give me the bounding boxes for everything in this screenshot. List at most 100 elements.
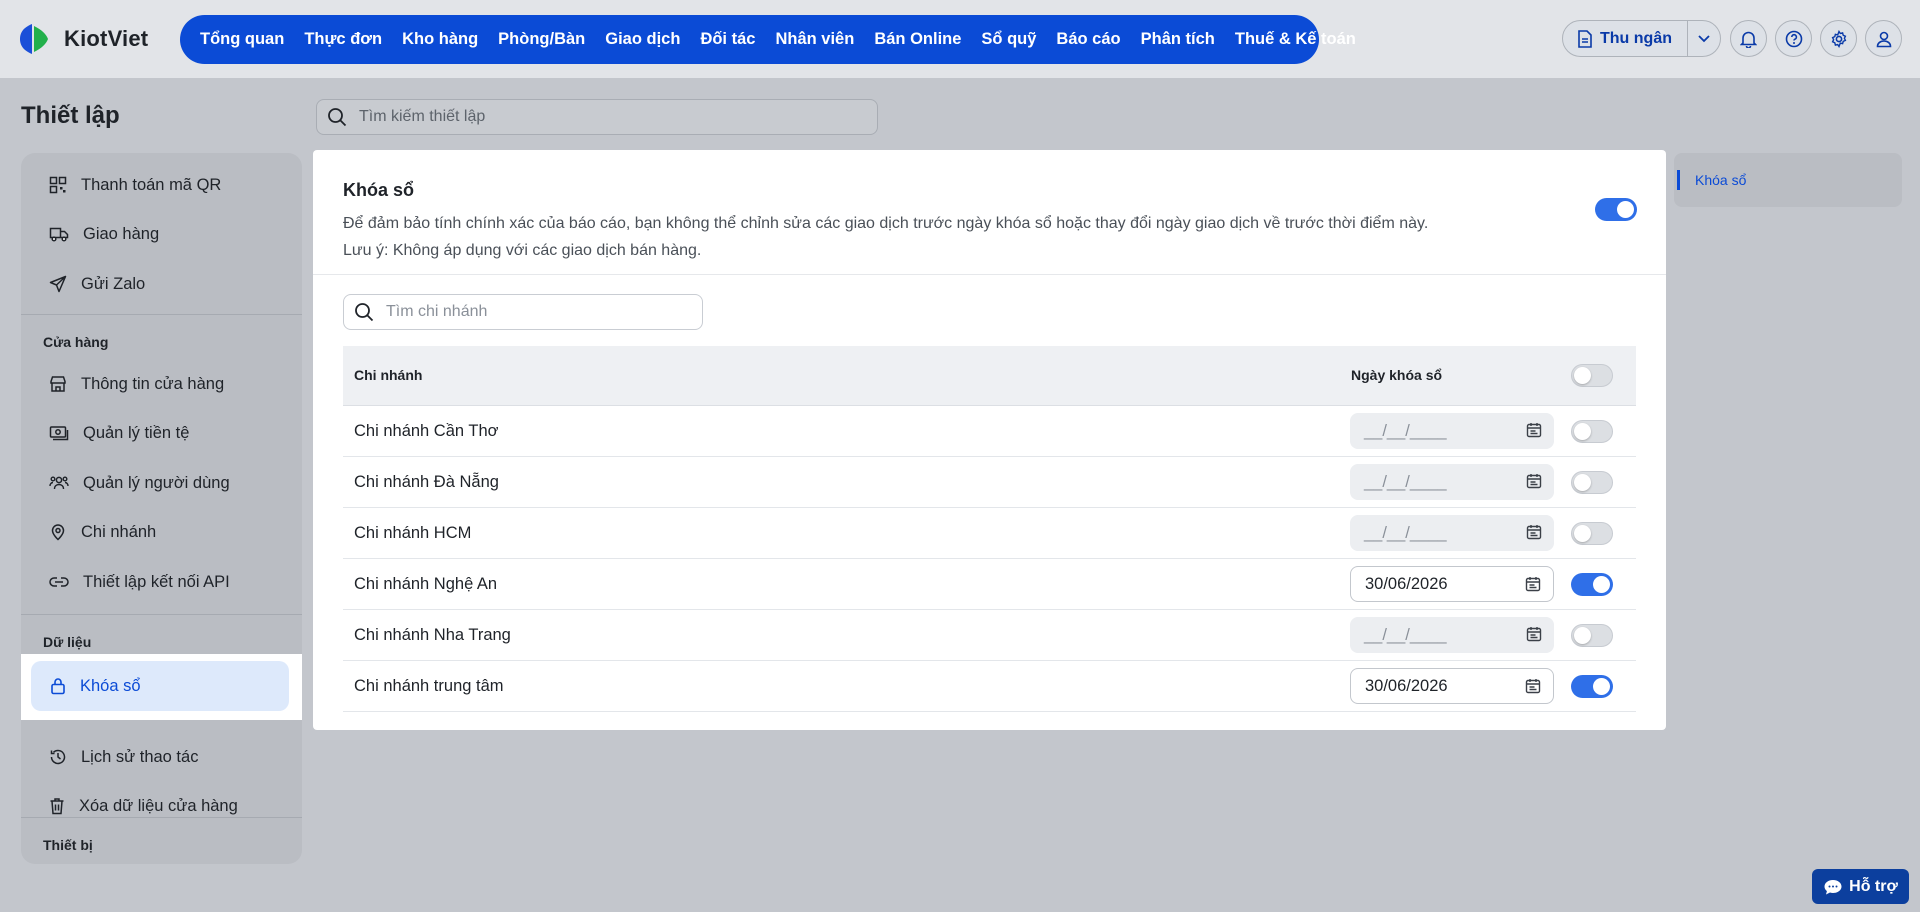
branch-lock-toggle[interactable] [1571,573,1613,596]
history-icon [50,749,66,765]
branch-lock-toggle[interactable] [1571,420,1613,443]
calendar-icon [1526,627,1542,642]
sidebar-item-branches[interactable]: Chi nhánh [30,509,288,555]
nav-item-tax-accounting[interactable]: Thuế & Kế toán [1225,30,1366,49]
page-toc: Khóa sổ [1674,153,1902,207]
calendar-button[interactable] [1526,626,1542,647]
branch-lock-toggle[interactable] [1571,624,1613,647]
lock-books-card: Khóa sổ Để đảm bảo tính chính xác của bá… [313,150,1666,730]
table-body: Chi nhánh Cần Thơ __/__/____ Chi nhánh Đà … [343,406,1636,712]
calendar-icon [1526,423,1542,438]
brand-name: KiotViet [64,26,149,51]
calendar-icon [1525,679,1541,694]
lock-date-input[interactable]: __/__/____ [1350,617,1554,653]
sidebar-item-delivery[interactable]: Giao hàng [30,211,288,257]
sidebar-item-label: Xóa dữ liệu cửa hàng [79,796,238,815]
nav-item-menu[interactable]: Thực đơn [294,30,392,49]
lock-date-input[interactable]: __/__/____ [1350,464,1554,500]
qr-icon [49,176,67,194]
select-all-toggle[interactable] [1571,364,1613,387]
sidebar-item-qr-payment[interactable]: Thanh toán mã QR [30,162,288,208]
sidebar-item-store-info[interactable]: Thông tin cửa hàng [30,361,288,407]
sidebar-section-data: Dữ liệu [43,634,92,650]
sidebar-item-lock-books[interactable]: Khóa sổ [31,661,289,711]
sidebar-item-delete-data[interactable]: Xóa dữ liệu cửa hàng [30,783,288,829]
sidebar-item-label: Khóa sổ [80,676,141,695]
calendar-button[interactable] [1526,422,1542,443]
branch-search-input[interactable] [386,303,686,321]
sidebar-divider [21,817,302,818]
account-button[interactable] [1865,20,1902,57]
lock-books-description: Để đảm bảo tính chính xác của báo cáo, b… [343,210,1523,264]
chevron-down-icon [1698,34,1710,42]
sidebar-item-label: Chi nhánh [81,522,157,541]
branch-lock-toggle[interactable] [1571,675,1613,698]
sidebar-divider [21,614,302,615]
support-button[interactable]: Hỗ trợ [1812,869,1909,904]
help-icon [1785,30,1802,47]
cashier-label: Thu ngân [1600,29,1672,47]
card-divider [313,274,1666,275]
sidebar-section-devices: Thiết bị [43,837,93,853]
lock-date-input[interactable]: __/__/____ [1350,515,1554,551]
notifications-button[interactable] [1730,20,1767,57]
lock-date-input[interactable]: 30/06/2026 [1350,668,1554,704]
nav-item-online-sales[interactable]: Bán Online [864,30,971,49]
column-header-branch: Chi nhánh [354,367,423,383]
top-bar: KiotViet Tổng quan Thực đơn Kho hàng Phò… [0,0,1920,78]
lock-date-input[interactable]: __/__/____ [1350,413,1554,449]
branch-lock-toggle[interactable] [1571,522,1613,545]
nav-item-overview[interactable]: Tổng quan [190,30,294,49]
sidebar-item-currency[interactable]: Quản lý tiền tệ [30,410,288,456]
cashier-button[interactable]: Thu ngân [1563,21,1688,56]
branch-name: Chi nhánh HCM [354,524,472,542]
lock-date-value: 30/06/2026 [1365,676,1448,695]
table-row: Chi nhánh Cần Thơ __/__/____ [343,406,1636,457]
help-button[interactable] [1775,20,1812,57]
cashier-dropdown-toggle[interactable] [1688,21,1720,56]
nav-item-partners[interactable]: Đối tác [690,30,765,49]
nav-item-inventory[interactable]: Kho hàng [392,30,488,49]
main-nav: Tổng quan Thực đơn Kho hàng Phòng/Bàn Gi… [180,15,1356,64]
nav-item-staff[interactable]: Nhân viên [765,30,864,49]
calendar-button[interactable] [1526,524,1542,545]
nav-item-analytics[interactable]: Phân tích [1131,30,1225,49]
settings-button[interactable] [1820,20,1857,57]
sidebar-item-label: Quản lý người dùng [83,473,230,492]
column-header-lock-date: Ngày khóa sổ [1351,367,1443,383]
gear-icon [1831,29,1846,48]
nav-item-transactions[interactable]: Giao dịch [595,30,690,49]
chat-icon [1824,879,1842,894]
calendar-button[interactable] [1525,678,1541,699]
toc-item-lock-books[interactable]: Khóa sổ [1677,170,1746,190]
support-label: Hỗ trợ [1849,877,1898,895]
settings-search-input[interactable] [359,108,839,126]
sidebar-item-history[interactable]: Lịch sử thao tác [30,734,288,780]
sidebar-item-api[interactable]: Thiết lập kết nối API [30,559,288,605]
brand-logo[interactable]: KiotViet [18,22,148,56]
lock-date-input[interactable]: 30/06/2026 [1350,566,1554,602]
sidebar-divider [21,314,302,315]
branch-name: Chi nhánh Cần Thơ [354,422,499,440]
sidebar-item-users[interactable]: Quản lý người dùng [30,460,288,506]
nav-item-reports[interactable]: Báo cáo [1046,30,1130,49]
nav-item-rooms-tables[interactable]: Phòng/Bàn [488,30,595,49]
branch-name: Chi nhánh Nha Trang [354,626,511,644]
sidebar-item-label: Thiết lập kết nối API [83,572,230,591]
lock-books-master-toggle[interactable] [1595,198,1637,221]
map-pin-icon [51,524,65,541]
bell-icon [1740,31,1757,48]
sidebar-item-zalo[interactable]: Gửi Zalo [30,261,288,307]
sidebar-item-label: Lịch sử thao tác [81,747,199,766]
settings-page: Thiết lập Thanh toán mã QR Giao hàng Gửi… [0,78,1920,912]
sidebar-item-label: Giao hàng [83,224,160,243]
table-row: Chi nhánh Nha Trang __/__/____ [343,610,1636,661]
calendar-button[interactable] [1525,576,1541,597]
sidebar-active-highlight: Khóa sổ [21,654,302,720]
nav-item-cashbook[interactable]: Sổ quỹ [971,30,1046,49]
branch-search [343,294,703,330]
table-row: Chi nhánh HCM __/__/____ [343,508,1636,559]
branch-lock-toggle[interactable] [1571,471,1613,494]
calendar-button[interactable] [1526,473,1542,494]
lock-books-note: Lưu ý: Không áp dụng với các giao dịch b… [343,242,702,259]
